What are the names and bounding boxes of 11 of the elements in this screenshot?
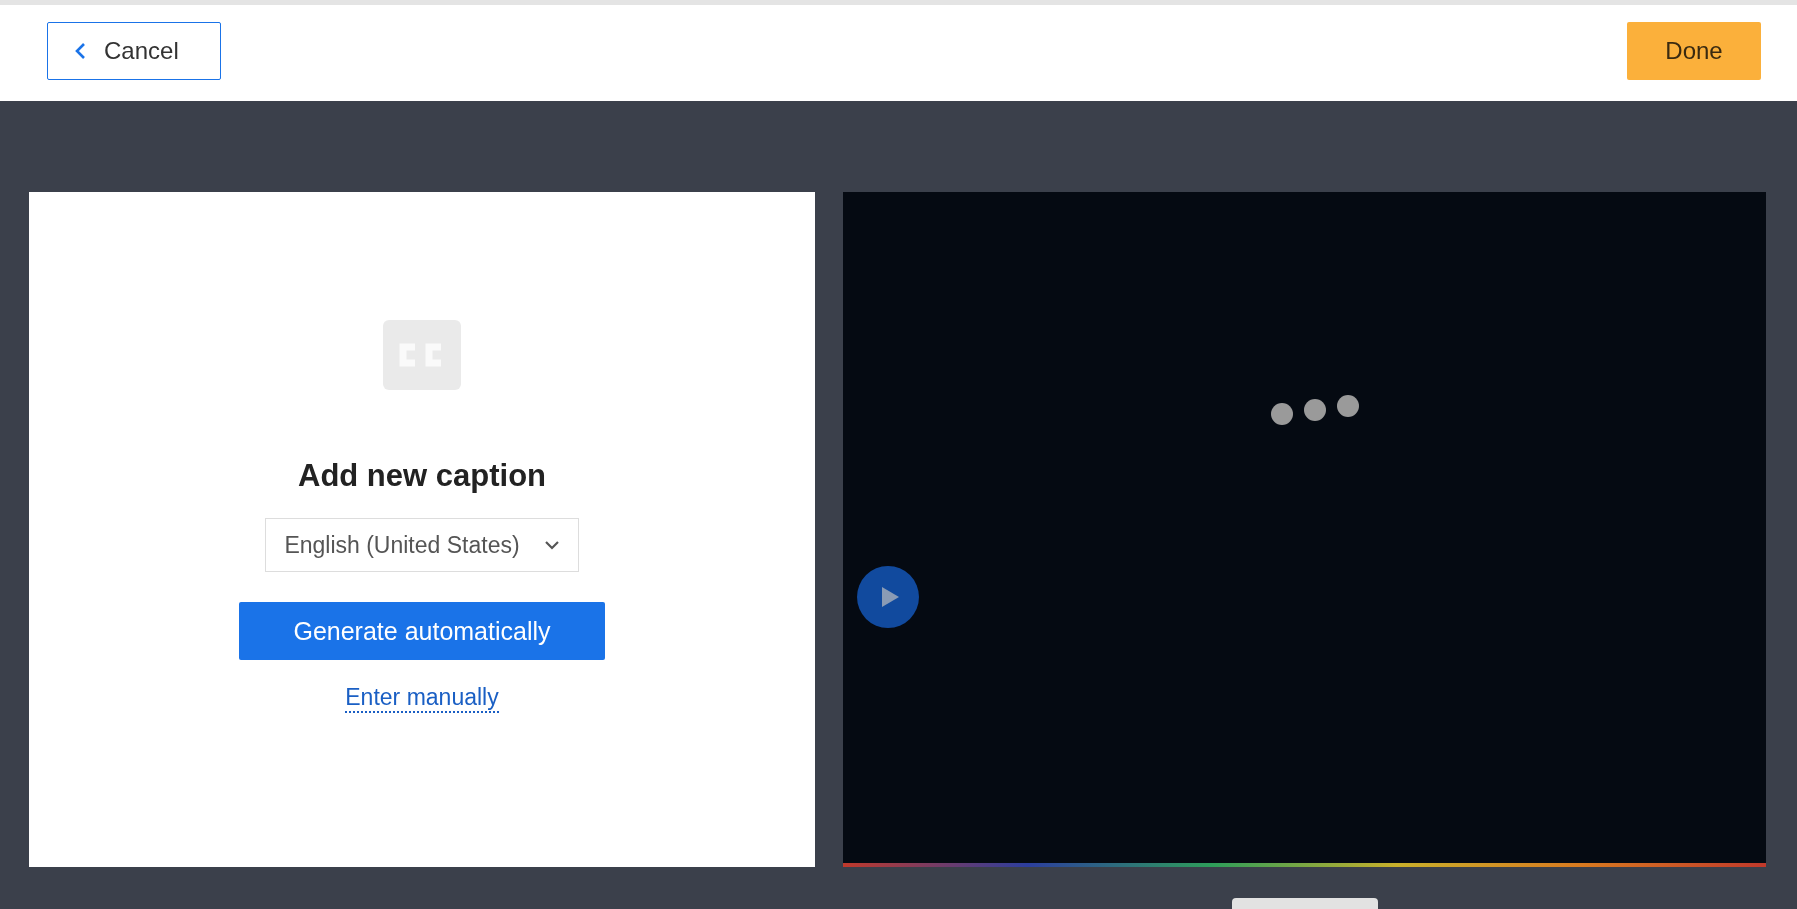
caption-title: Add new caption (298, 458, 546, 494)
tab-handle[interactable] (1231, 898, 1378, 909)
chevron-down-icon (543, 540, 560, 550)
enter-manually-link[interactable]: Enter manually (345, 684, 499, 713)
loading-icon (1270, 395, 1360, 425)
done-button[interactable]: Done (1627, 22, 1761, 80)
back-chevron-icon (74, 42, 86, 60)
cancel-button[interactable]: Cancel (47, 22, 221, 80)
generate-button[interactable]: Generate automatically (239, 602, 605, 660)
language-dropdown[interactable]: English (United States) (265, 518, 579, 572)
play-icon (879, 585, 901, 609)
